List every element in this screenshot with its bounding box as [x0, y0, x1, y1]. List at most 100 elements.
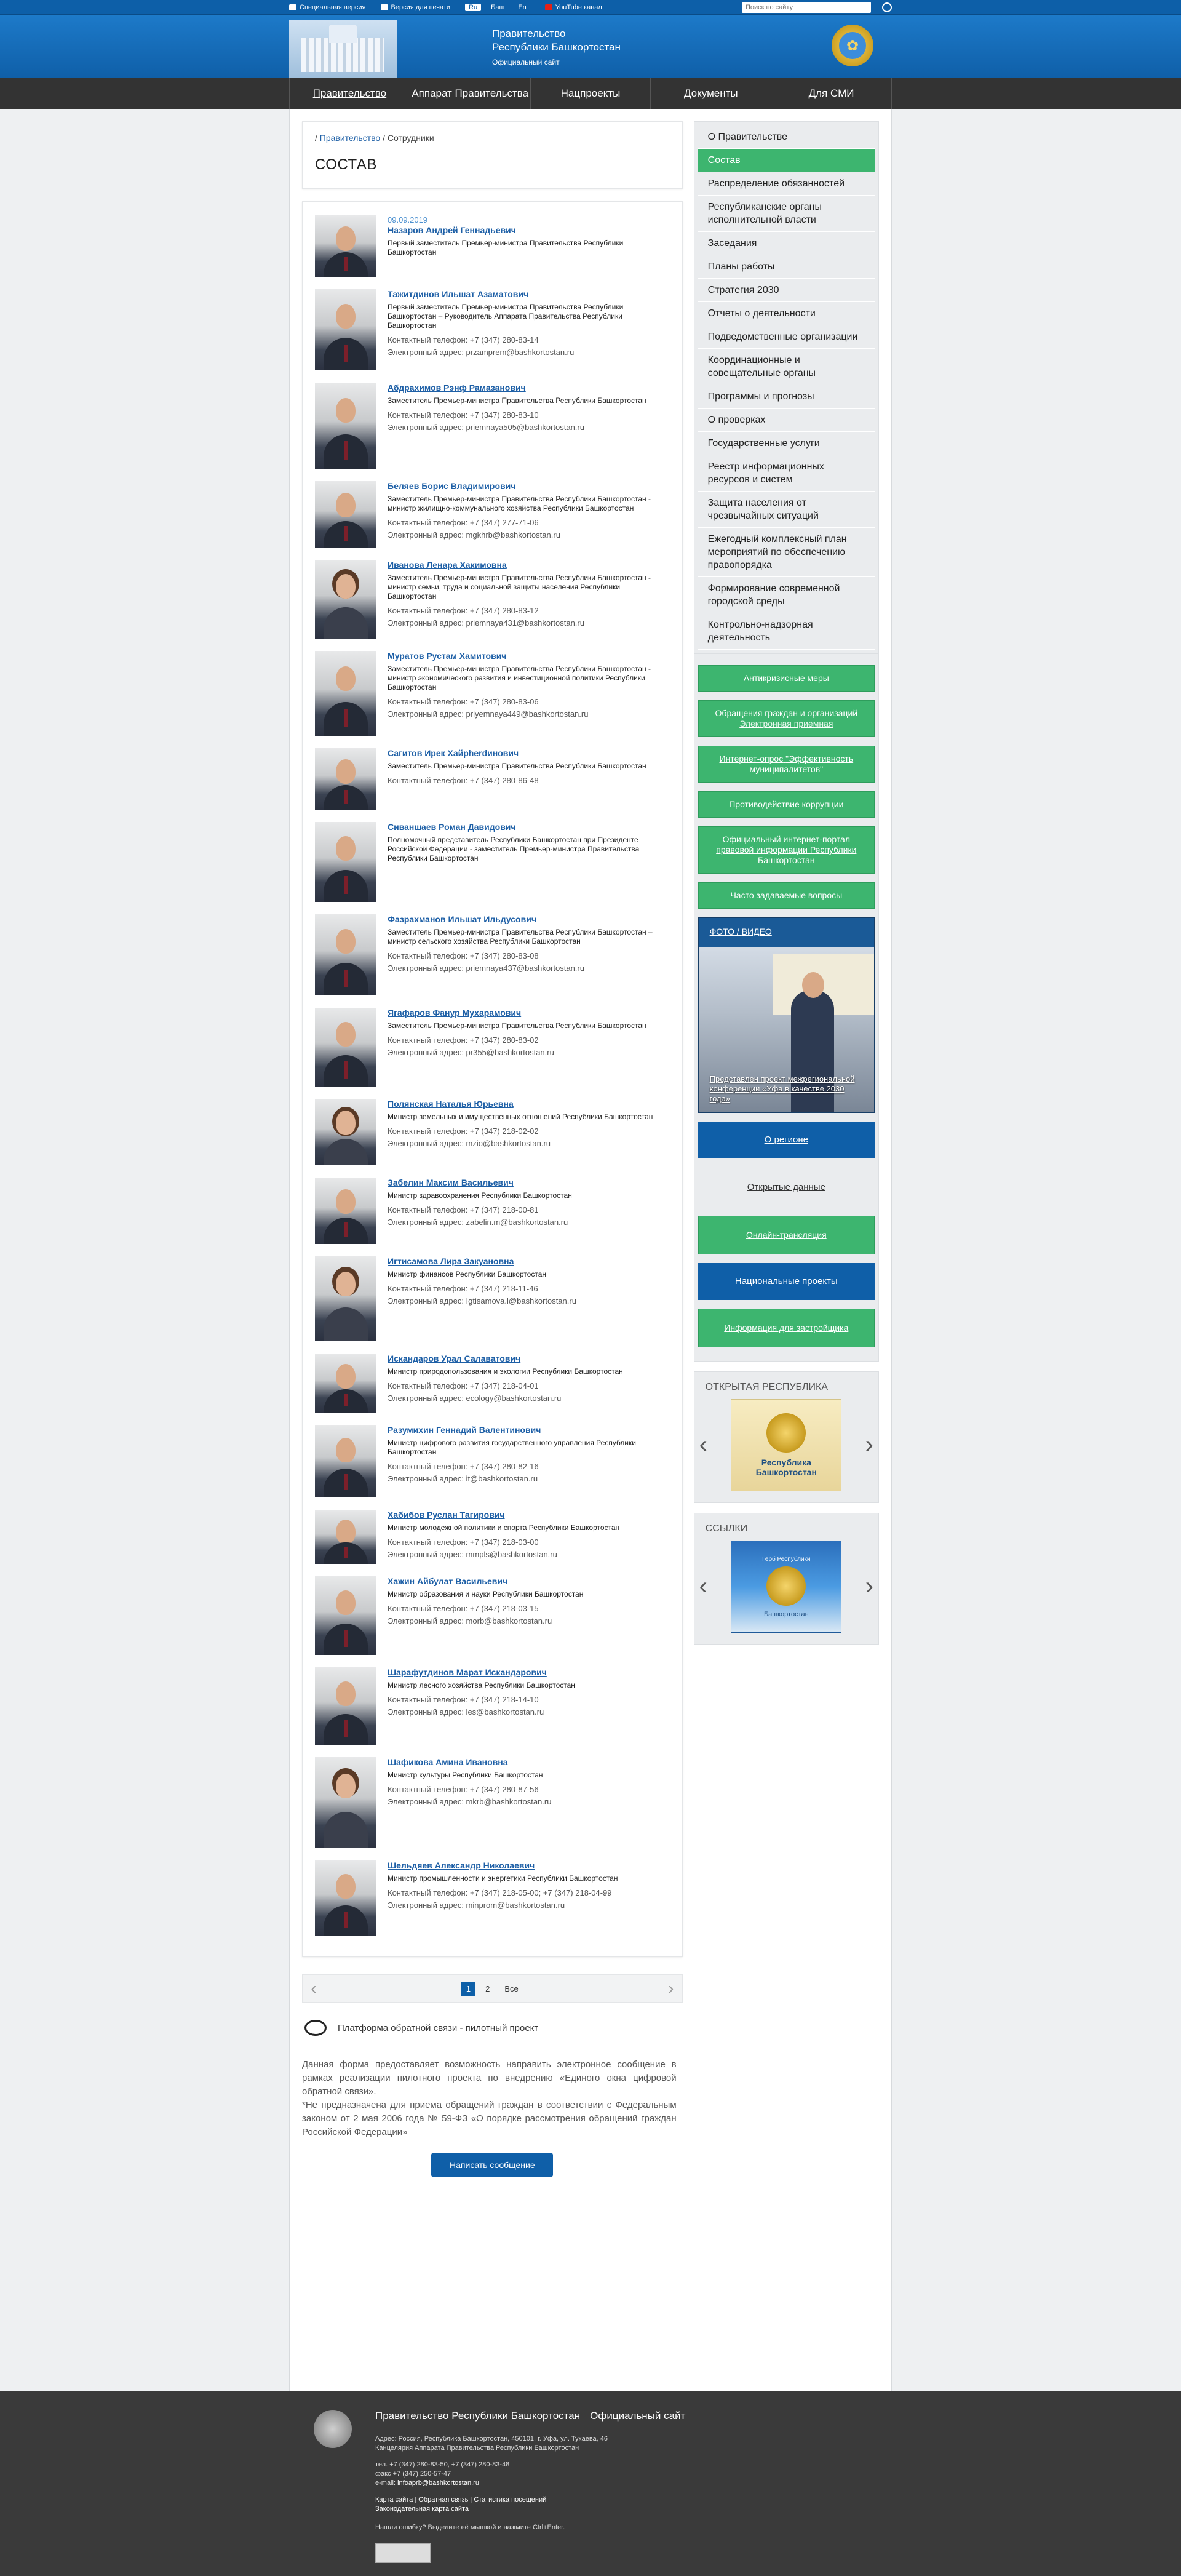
sidebar-menu-item[interactable]: Распределение обязанностей — [698, 172, 875, 196]
chevron-left-icon[interactable]: ‹ — [699, 1574, 707, 1598]
person-name-link[interactable]: Фазрахманов Ильшат Ильдусович — [388, 914, 670, 924]
developer-info-button[interactable]: Информация для застройщика — [698, 1309, 875, 1347]
photo-link[interactable]: ФОТО — [710, 927, 734, 936]
sidebar-menu-item[interactable]: Состав — [698, 149, 875, 172]
person-name-link[interactable]: Ягафаров Фанур Мухарамович — [388, 1008, 670, 1018]
person-photo[interactable] — [315, 1576, 376, 1655]
sidebar-menu-item[interactable]: Контрольно-надзорная деятельность — [698, 613, 875, 650]
sidebar-menu-item[interactable]: Планы работы — [698, 255, 875, 279]
write-message-button[interactable]: Написать сообщение — [431, 2153, 554, 2177]
person-photo[interactable] — [315, 822, 376, 902]
sidebar-menu-item[interactable]: Защита населения от чрезвычайных ситуаци… — [698, 492, 875, 528]
feedback-link[interactable]: Обратная связь — [418, 2496, 468, 2503]
stats-link[interactable]: Статистика посещений — [474, 2496, 546, 2503]
sidebar-menu-item[interactable]: Заседания — [698, 232, 875, 255]
person-name-link[interactable]: Сагитов Ирек Хайрherdинович — [388, 748, 670, 758]
person-name-link[interactable]: Искандаров Урал Салаватович — [388, 1354, 670, 1363]
sidebar-menu-item[interactable]: О Правительстве — [698, 126, 875, 149]
person-photo[interactable] — [315, 1667, 376, 1745]
lang-ru[interactable]: Ru — [465, 4, 482, 11]
nav-apparatus[interactable]: Аппарат Правительства — [410, 78, 531, 109]
person-photo[interactable] — [315, 1425, 376, 1497]
sidebar-menu-item[interactable]: Отчеты о деятельности — [698, 302, 875, 325]
person-name-link[interactable]: Игтисамова Лира Закуановна — [388, 1256, 670, 1266]
chevron-right-icon[interactable]: › — [865, 1574, 873, 1598]
sidebar-menu-item[interactable]: Стратегия 2030 — [698, 279, 875, 302]
person-photo[interactable] — [315, 1510, 376, 1564]
person-name-link[interactable]: Шельдяев Александр Николаевич — [388, 1860, 670, 1870]
person-photo[interactable] — [315, 1757, 376, 1848]
appeals-button[interactable]: Обращения граждан и организаций Электронн… — [698, 700, 875, 737]
sidebar-menu-item[interactable]: О проверках — [698, 409, 875, 432]
print-version-link[interactable]: Версия для печати — [380, 4, 450, 11]
coat-of-arms-icon[interactable]: ✿ — [832, 25, 873, 66]
person-name-link[interactable]: Полянская Наталья Юрьевна — [388, 1099, 670, 1109]
search-input[interactable] — [742, 2, 871, 13]
lang-en[interactable]: En — [514, 4, 530, 11]
legal-map-link[interactable]: Законодательная карта сайта — [375, 2505, 469, 2513]
sidebar-menu-item[interactable]: Программы и прогнозы — [698, 385, 875, 409]
anticorruption-button[interactable]: Противодействие коррупции — [698, 791, 875, 818]
survey-button[interactable]: Интернет-опрос "Эффективность муниципали… — [698, 746, 875, 783]
sidebar-menu-item[interactable]: Государственные услуги — [698, 432, 875, 455]
national-projects-button[interactable]: Национальные проекты — [698, 1263, 875, 1300]
page-all[interactable]: Все — [499, 1982, 523, 1996]
sidebar-menu-item[interactable]: Подведомственные организации — [698, 325, 875, 349]
person-photo[interactable] — [315, 651, 376, 736]
youtube-link[interactable]: YouTube канал — [544, 4, 602, 11]
nav-government[interactable]: Правительство — [289, 78, 410, 109]
person-name-link[interactable]: Тажитдинов Ильшат Азаматович — [388, 289, 670, 299]
about-region-button[interactable]: О регионе — [698, 1122, 875, 1158]
site-title[interactable]: Правительство Республики Башкортостан Оф… — [492, 27, 621, 66]
breadcrumb-link[interactable]: Правительство — [320, 133, 380, 143]
person-photo[interactable] — [315, 481, 376, 548]
nav-media[interactable]: Для СМИ — [771, 78, 892, 109]
person-name-link[interactable]: Муратов Рустам Хамитович — [388, 651, 670, 661]
person-photo[interactable] — [315, 289, 376, 370]
sidebar-menu-item[interactable]: Формирование современной городской среды — [698, 577, 875, 613]
sidebar-menu-item[interactable]: Координационные и совещательные органы — [698, 349, 875, 385]
sitemap-link[interactable]: Карта сайта — [375, 2496, 413, 2503]
footer-email-link[interactable]: infoaprb@bashkortostan.ru — [397, 2479, 479, 2487]
person-name-link[interactable]: Беляев Борис Владимирович — [388, 481, 670, 491]
chevron-right-icon[interactable]: › — [664, 1980, 678, 1998]
person-photo[interactable] — [315, 914, 376, 995]
person-name-link[interactable]: Хажин Айбулат Васильевич — [388, 1576, 670, 1586]
open-data-link[interactable]: Открытые данные — [698, 1167, 875, 1207]
legal-portal-button[interactable]: Официальный интернет-портал правовой инф… — [698, 826, 875, 874]
open-republic-logo[interactable]: Республика Башкортостан — [731, 1399, 842, 1491]
person-photo[interactable] — [315, 1099, 376, 1165]
online-stream-button[interactable]: Онлайн-трансляция — [698, 1216, 875, 1254]
search-icon[interactable] — [882, 2, 892, 12]
nav-national-projects[interactable]: Нацпроекты — [531, 78, 651, 109]
sidebar-menu-item[interactable]: Республиканские органы исполнительной вл… — [698, 196, 875, 232]
lang-ba[interactable]: Баш — [487, 4, 508, 11]
person-name-link[interactable]: Хабибов Руслан Тагирович — [388, 1510, 670, 1520]
person-name-link[interactable]: Назаров Андрей Геннадьевич — [388, 225, 670, 235]
page-1[interactable]: 1 — [461, 1981, 476, 1996]
person-photo[interactable] — [315, 1178, 376, 1244]
link-banner[interactable]: Герб Республики Башкортостан — [731, 1541, 842, 1633]
person-photo[interactable] — [315, 1860, 376, 1936]
sidebar-menu-item[interactable]: Реестр информационных ресурсов и систем — [698, 455, 875, 492]
person-photo[interactable] — [315, 215, 376, 277]
person-photo[interactable] — [315, 1256, 376, 1341]
special-version-link[interactable]: Специальная версия — [289, 4, 366, 11]
nav-documents[interactable]: Документы — [651, 78, 772, 109]
person-photo[interactable] — [315, 748, 376, 810]
person-photo[interactable] — [315, 1008, 376, 1087]
media-block[interactable]: ФОТО / ВИДЕО Представлен проект межрегио… — [698, 917, 875, 1113]
person-name-link[interactable]: Шафикова Амина Ивановна — [388, 1757, 670, 1767]
chevron-left-icon[interactable]: ‹ — [699, 1432, 707, 1457]
visit-counter-badge[interactable] — [375, 2543, 431, 2563]
person-name-link[interactable]: Шарафутдинов Марат Искандарович — [388, 1667, 670, 1677]
video-link[interactable]: ВИДЕО — [742, 927, 772, 936]
person-name-link[interactable]: Разумихин Геннадий Валентинович — [388, 1425, 670, 1435]
page-2[interactable]: 2 — [480, 1982, 495, 1996]
person-photo[interactable] — [315, 383, 376, 469]
media-caption[interactable]: Представлен проект межрегиональной конфе… — [710, 1074, 863, 1104]
person-name-link[interactable]: Забелин Максим Васильевич — [388, 1178, 670, 1187]
sidebar-menu-item[interactable]: Ежегодный комплексный план мероприятий п… — [698, 528, 875, 577]
person-photo[interactable] — [315, 1354, 376, 1413]
person-photo[interactable] — [315, 560, 376, 639]
